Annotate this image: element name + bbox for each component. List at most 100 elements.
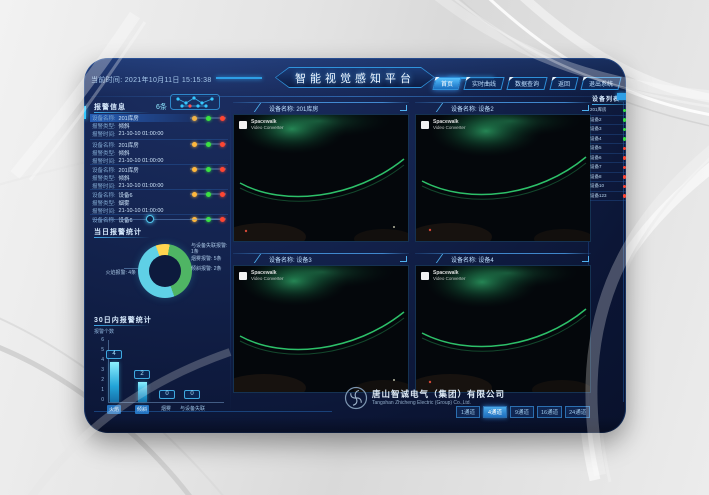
app-title-banner: 智能视觉感知平台 [275,67,435,88]
video-header: 设备名称: 设备3 [233,252,409,265]
device-list-item[interactable]: 设备4 [590,135,626,145]
corner-bracket [582,105,589,111]
page-title: 智能视觉感知平台 [295,70,415,86]
video-panel-1: 设备名称: 201库房 SpacewalkVideo Converter [233,101,409,242]
video-panel-2: 设备名称: 设备2 SpacewalkVideo Converter [415,101,591,242]
header-left-dash [216,77,262,79]
today-alarms-donut-chart [138,244,192,298]
slash-decoration [254,254,267,263]
device-list-item[interactable]: 设备3 [590,125,626,135]
donut-leader-line [124,268,138,269]
alarm-status-dots [190,193,226,195]
alarm-entry[interactable]: 设备名称:设备6 报警类型:烟雾 报警时间:21-10-10 01:00:00 [90,189,228,213]
slash-decoration [254,103,267,112]
nav-button-exit[interactable]: 退出系统 [580,77,621,90]
alarm-entry[interactable]: 设备名称:201库房 报警类型:倾斜 报警时间:21-10-10 01:00:0… [90,164,228,188]
corner-bracket [400,105,407,111]
slash-decoration [436,254,449,263]
channel-button-1[interactable]: 1通道 [456,406,480,418]
dashboard-window: 当前时间: 2021年10月11日 15:15:38 智能视觉感知平台 首页 实… [84,58,626,433]
video-watermark: SpacewalkVideo Converter [239,271,283,281]
device-list-item[interactable]: 设备123 [590,192,626,202]
desktop-background: { "header": { "time": "当前时间: 2021年10月11日… [0,0,709,495]
device-list-title: 设备列表 [592,94,620,103]
nav-button-realtime-curve[interactable]: 实时曲线 [463,77,504,90]
device-list-item[interactable]: 201库房 [590,106,626,116]
alarm-status-dots [190,143,226,145]
converter-logo-icon [421,121,429,129]
bar-category-flame: 火焰 [107,405,121,414]
status-dot [623,156,627,160]
channel-button-9[interactable]: 9通道 [510,406,534,418]
donut-label-offline: 与设备失联报警: 1条 [191,243,229,256]
status-dot [623,118,627,122]
device-list-item[interactable]: 设备5 [590,144,626,154]
device-list-item[interactable]: 设备8 [590,173,626,183]
status-dot [623,147,627,151]
channel-button-24[interactable]: 24通道 [565,406,590,418]
company-logo [344,386,368,410]
status-dot [623,185,627,189]
device-list-item[interactable]: 设备6 [590,154,626,164]
converter-logo-icon [239,272,247,280]
current-time: 当前时间: 2021年10月11日 15:15:38 [91,75,212,85]
bar-category-tilt: 倾斜 [135,405,149,414]
nav-button-home[interactable]: 首页 [432,77,461,90]
alarm-entry[interactable]: 设备名称:201库房 报警类型:倾斜 报警时间:21-10-10 01:00:0… [90,114,228,138]
video-feed[interactable]: SpacewalkVideo Converter [233,265,409,393]
status-dot [623,137,627,141]
status-dot [623,109,627,113]
nav-button-data-query[interactable]: 数据查询 [506,77,547,90]
monthly-stats-title: 30日内报警统计 [94,315,152,325]
nav-button-back[interactable]: 返回 [549,77,578,90]
bar-value-bubble: 4 [106,350,122,359]
status-dot [623,175,627,179]
topology-icon [170,94,220,110]
bar-y-axis-label: 报警个数 [94,328,114,335]
bar-flame [110,362,119,402]
corner-bracket [582,256,589,262]
top-nav: 首页 实时曲线 数据查询 返回 退出系统 [434,77,620,90]
video-panel-3: 设备名称: 设备3 SpacewalkVideo Converter [233,252,409,393]
device-list-item[interactable]: 设备7 [590,163,626,173]
donut-label-flame: 火焰报警: 4条 [88,270,136,276]
alarm-count-badge: 6条 [156,102,167,112]
video-feed[interactable]: SpacewalkVideo Converter [233,114,409,242]
alarm-list-scrollbar[interactable] [92,219,220,220]
company-name-cn: 唐山智诚电气（集团）有限公司 [372,388,505,400]
video-watermark: SpacewalkVideo Converter [239,120,283,130]
video-panel-4: 设备名称: 设备4 SpacewalkVideo Converter [415,252,591,393]
video-feed[interactable]: SpacewalkVideo Converter [415,265,591,393]
bar-tilt [138,382,147,402]
donut-label-smoke: 烟雾报警: 5条 [191,256,229,262]
video-header: 设备名称: 设备2 [415,101,591,114]
column-divider-left [230,102,231,414]
device-list-item[interactable]: 设备10 [590,182,626,192]
monthly-alarms-bar-chart: 报警个数 6 5 4 3 2 1 0 4 2 0 0 火焰 倾斜 烟雾 与设备失… [90,326,228,418]
channel-layout-switcher: 1通道 4通道 9通道 16通道 24通道 [456,406,590,418]
channel-button-16[interactable]: 16通道 [537,406,562,418]
bar-value-bubble: 2 [134,370,150,379]
today-stats-title: 当日报警统计 [94,227,142,237]
slash-decoration [436,103,449,112]
video-feed[interactable]: SpacewalkVideo Converter [415,114,591,242]
channel-button-4[interactable]: 4通道 [483,406,507,418]
footer-divider-line [94,411,332,412]
device-list-item[interactable]: 设备2 [590,116,626,126]
corner-bracket [400,256,407,262]
edge-accent [84,106,86,119]
alarm-status-dots [190,168,226,170]
scroll-knob[interactable] [146,215,154,223]
bar-value-bubble: 0 [184,390,200,399]
bar-x-axis [108,402,224,403]
device-list-tab[interactable] [617,93,626,100]
device-list: 201库房 设备2 设备3 设备4 设备5 设备6 设备7 设备8 设备10 设… [590,106,626,201]
status-dot [623,128,627,132]
alarm-entry[interactable]: 设备名称:201库房 报警类型:倾斜 报警时间:21-10-10 01:00:0… [90,139,228,163]
bar-value-bubble: 0 [159,390,175,399]
alarm-section-title: 报警信息 [94,102,126,112]
status-dot [623,194,627,198]
video-header: 设备名称: 设备4 [415,252,591,265]
video-header: 设备名称: 201库房 [233,101,409,114]
converter-logo-icon [239,121,247,129]
